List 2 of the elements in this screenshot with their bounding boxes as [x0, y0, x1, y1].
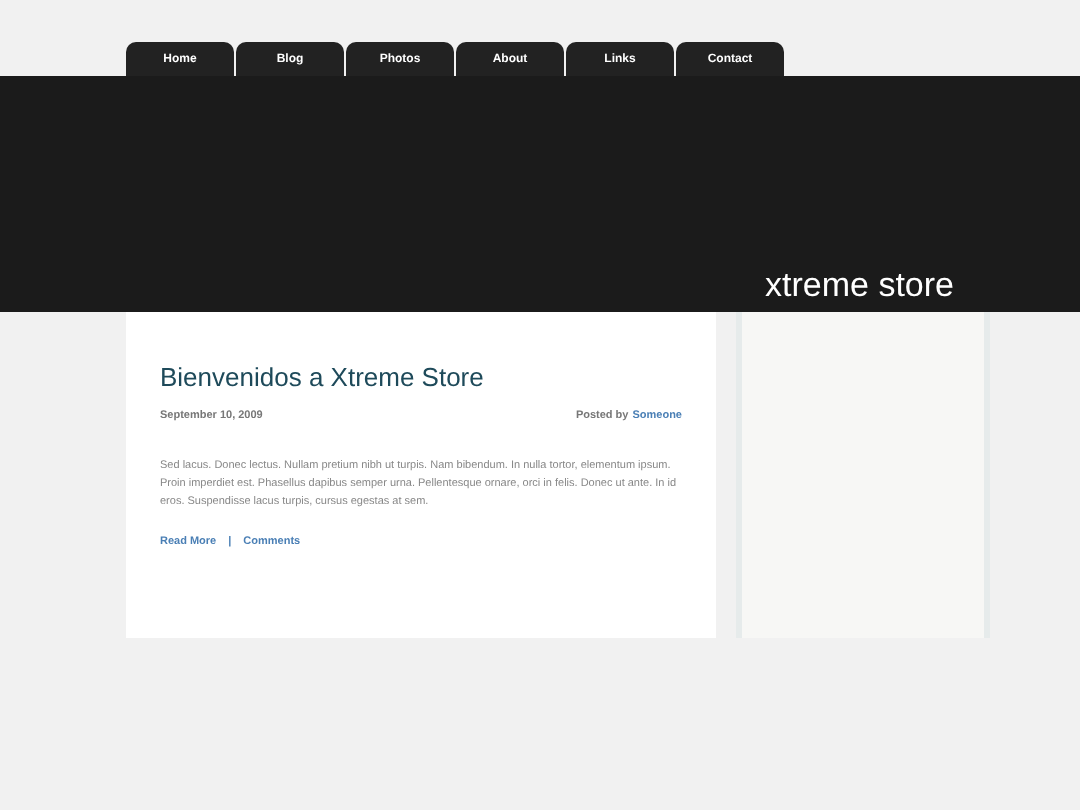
post-title: Bienvenidos a Xtreme Store	[160, 362, 486, 394]
site-title: xtreme store	[765, 266, 954, 306]
